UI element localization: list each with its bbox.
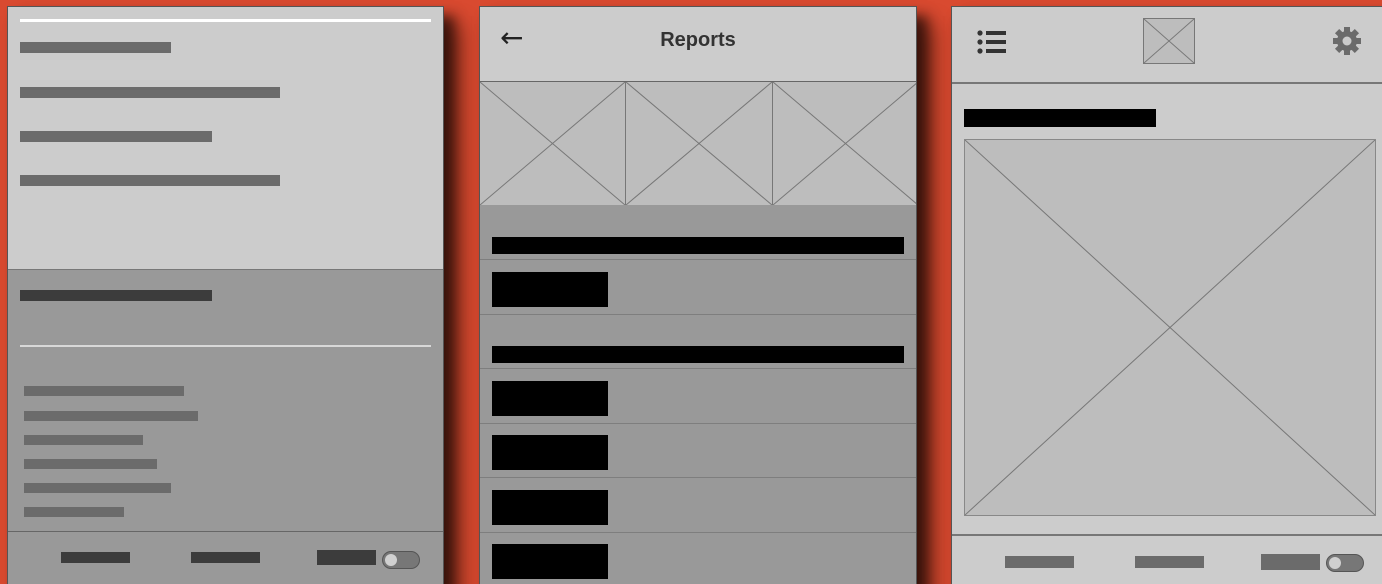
image-placeholder[interactable]	[773, 82, 916, 205]
submenu-item[interactable]	[24, 435, 143, 445]
list-item-block	[492, 435, 608, 470]
page-title: Reports	[660, 29, 736, 51]
submenu-item[interactable]	[24, 483, 171, 493]
footer-label	[317, 550, 376, 565]
submenu-item[interactable]	[24, 507, 124, 517]
footer-label	[1261, 554, 1320, 570]
menu-screen	[7, 6, 444, 584]
app-header	[952, 7, 1382, 84]
home-screen	[951, 6, 1382, 584]
submenu-item[interactable]	[24, 386, 184, 396]
image-placeholder[interactable]	[626, 82, 773, 205]
gear-icon[interactable]	[1332, 26, 1362, 56]
section-header-block	[492, 237, 904, 254]
submenu-item[interactable]	[24, 411, 198, 421]
reports-header: ← Reports	[480, 7, 916, 82]
menu-panel	[8, 7, 443, 270]
thumbnail-strip	[480, 82, 916, 205]
footer-link[interactable]	[1005, 556, 1074, 568]
toggle-switch[interactable]	[1326, 554, 1364, 572]
section-header-row	[480, 315, 916, 369]
list-item-block	[492, 544, 608, 579]
list-item[interactable]	[480, 479, 916, 533]
list-item-block	[492, 381, 608, 416]
hero-image-placeholder[interactable]	[964, 139, 1376, 516]
menu-item[interactable]	[20, 131, 212, 142]
list-item[interactable]	[480, 424, 916, 478]
list-icon[interactable]	[977, 29, 1007, 55]
section-heading	[20, 290, 212, 301]
divider	[20, 19, 431, 22]
footer-bar	[8, 531, 443, 584]
image-placeholder-icon	[1143, 18, 1195, 64]
footer-link[interactable]	[61, 552, 130, 563]
toggle-switch[interactable]	[382, 551, 420, 569]
content-heading	[964, 109, 1156, 127]
list-item[interactable]	[480, 533, 916, 584]
toggle-knob	[1329, 557, 1341, 569]
list-item-block	[492, 272, 608, 307]
reports-screen: ← Reports	[479, 6, 917, 584]
list-item-block	[492, 490, 608, 525]
list-item[interactable]	[480, 261, 916, 315]
list-item[interactable]	[480, 370, 916, 424]
submenu-item[interactable]	[24, 459, 157, 469]
section-header-block	[492, 346, 904, 363]
toggle-knob	[385, 554, 397, 566]
footer-bar	[952, 534, 1382, 584]
menu-item[interactable]	[20, 87, 280, 98]
menu-item[interactable]	[20, 42, 171, 53]
section-header-row	[480, 206, 916, 260]
footer-link[interactable]	[1135, 556, 1204, 568]
footer-link[interactable]	[191, 552, 260, 563]
image-placeholder[interactable]	[480, 82, 626, 205]
submenu-panel	[8, 269, 443, 531]
menu-item[interactable]	[20, 175, 280, 186]
divider	[20, 345, 431, 347]
